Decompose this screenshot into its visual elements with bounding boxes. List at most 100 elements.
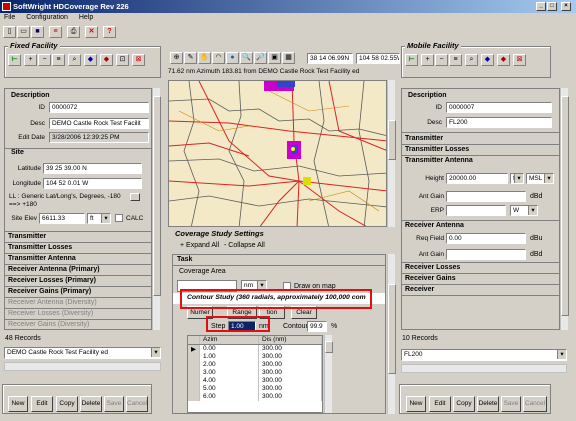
col-azim-header[interactable]: Azim (199, 336, 259, 345)
mobile-delete-button[interactable]: Delete (477, 396, 499, 412)
fixed-edit-button[interactable]: Edit (31, 396, 53, 412)
fixed-facility-select[interactable]: DEMO Castle Rock Test Facility ed (4, 347, 161, 359)
col-dis-header[interactable]: Dis (nm) (258, 336, 322, 345)
calc-checkbox[interactable] (115, 214, 123, 222)
mobile-facility-select[interactable]: FL200 (401, 349, 567, 361)
save-disk-icon[interactable]: ■ (31, 26, 44, 38)
mobile-section-receiver[interactable]: Receiver (402, 285, 559, 296)
mobile-save-button[interactable]: Save (501, 396, 521, 412)
table-row[interactable]: 4.00 300.00 (188, 376, 322, 385)
rx-ant-gain-field[interactable] (446, 249, 526, 260)
latitude-field[interactable]: 39 25 39.00 N (43, 163, 142, 174)
id-field[interactable]: 0000072 (49, 102, 149, 113)
mobile-export-icon[interactable]: ◆ (497, 54, 510, 66)
mobile-section-receiver-gains[interactable]: Receiver Gains (402, 274, 559, 285)
azimuth-table-scrollbar[interactable] (324, 335, 333, 413)
ll-options-button[interactable] (130, 193, 140, 201)
coverage-map[interactable] (168, 80, 387, 227)
mobile-section-transmitter-antenna[interactable]: Transmitter Antenna (402, 156, 559, 167)
section-transmitter-losses[interactable]: Transmitter Losses (5, 243, 151, 254)
export-icon[interactable]: ◆ (100, 54, 113, 66)
azimuth-table[interactable]: Azim Dis (nm) ▶ 0.00 300.00 1.00 300.00 2.0… (187, 335, 323, 413)
mobile-remove-icon[interactable]: − (435, 54, 448, 66)
globe-icon[interactable]: ● (226, 52, 239, 64)
mobile-cancel-button[interactable]: Cancel (523, 396, 547, 412)
fixed-delete-button[interactable]: Delete (80, 396, 102, 412)
zoom-in-icon[interactable]: 🔍 (240, 52, 253, 64)
mobile-edit-button[interactable]: Edit (429, 396, 451, 412)
zoom-map-icon[interactable]: ⊕ (170, 52, 183, 64)
mobile-section-receiver-losses[interactable]: Receiver Losses (402, 263, 559, 274)
close-button[interactable]: × (561, 2, 571, 11)
menu-configuration[interactable]: Configuration (26, 14, 68, 21)
delete-record-icon[interactable]: ⊠ (132, 54, 145, 66)
fixed-new-button[interactable]: New (8, 396, 28, 412)
site-elev-field[interactable]: 6611.33 (39, 213, 85, 224)
req-field-field[interactable]: 0.00 (446, 233, 526, 244)
mobile-new-button[interactable]: New (406, 396, 426, 412)
table-row[interactable]: 6.00 300.00 (188, 392, 322, 401)
map-vertical-scrollbar[interactable] (387, 80, 396, 227)
height-unit-select[interactable]: ft (510, 173, 524, 184)
properties-icon[interactable]: ⊡ (116, 54, 129, 66)
mobile-import-icon[interactable]: ◆ (481, 54, 494, 66)
erp-unit-select[interactable]: W (510, 205, 538, 216)
layers-icon[interactable]: ≡ (49, 26, 62, 38)
mobile-add-icon[interactable]: + (421, 54, 434, 66)
cancel-x-icon[interactable]: ✕ (85, 26, 98, 38)
elev-unit-select[interactable]: ft (87, 213, 111, 224)
remove-icon[interactable]: − (38, 54, 51, 66)
mobile-desc-field[interactable]: FL200 (446, 117, 552, 128)
table-row[interactable]: 2.00 300.00 (188, 360, 322, 369)
fixed-panel-scrollbar[interactable] (152, 88, 161, 330)
section-transmitter[interactable]: Transmitter (5, 232, 151, 243)
mobile-id-field[interactable]: 0000007 (446, 102, 552, 113)
section-receiver-losses-primary[interactable]: Receiver Losses (Primary) (5, 276, 151, 287)
import-icon[interactable]: ◆ (84, 54, 97, 66)
table-row[interactable]: 3.00 300.00 (188, 368, 322, 377)
height-field[interactable]: 20000.00 (446, 173, 508, 184)
new-file-icon[interactable]: ▯ (3, 26, 16, 38)
link-icon[interactable]: ⊢ (8, 54, 21, 66)
fixed-save-button[interactable]: Save (104, 396, 124, 412)
table-row[interactable]: 1.00 300.00 (188, 352, 322, 361)
full-extent-icon[interactable]: ▣ (268, 52, 281, 64)
section-receiver-gains-primary[interactable]: Receiver Gains (Primary) (5, 287, 151, 298)
help-icon[interactable]: ? (103, 26, 116, 38)
mobile-find-binoculars-icon[interactable]: ⌕ (465, 54, 478, 66)
erp-field[interactable] (446, 205, 506, 216)
ant-gain-field[interactable] (446, 191, 526, 202)
mobile-delete-record-icon[interactable]: ⊠ (513, 54, 526, 66)
list-icon[interactable]: ≡ (52, 54, 65, 66)
mobile-panel-scrollbar[interactable] (560, 88, 569, 330)
mobile-copy-button[interactable]: Copy (453, 396, 475, 412)
find-binoculars-icon[interactable]: ⌕ (68, 54, 81, 66)
print-icon[interactable]: ⎙ (67, 26, 80, 38)
contour-field[interactable]: 99.9 (307, 321, 327, 332)
menu-help[interactable]: Help (79, 14, 93, 21)
section-receiver-antenna-diversity[interactable]: Receiver Antenna (Diversity) (5, 298, 151, 309)
fixed-copy-button[interactable]: Copy (56, 396, 78, 412)
mobile-list-icon[interactable]: ≡ (449, 54, 462, 66)
desc-field[interactable]: DEMO Castle Rock Test Facilit (49, 118, 149, 129)
height-reference-select[interactable]: MSL (526, 173, 554, 184)
section-receiver-gains-diversity[interactable]: Receiver Gains (Diversity) (5, 320, 151, 329)
mobile-section-transmitter-losses[interactable]: Transmitter Losses (402, 145, 559, 156)
table-row[interactable]: ▶ 0.00 300.00 (188, 344, 322, 353)
longitude-field[interactable]: 104 52 0.01 W (43, 178, 142, 189)
zoom-out-icon[interactable]: 🔎 (254, 52, 267, 64)
grid-icon[interactable]: ▦ (282, 52, 295, 64)
section-transmitter-antenna[interactable]: Transmitter Antenna (5, 254, 151, 265)
mobile-section-transmitter[interactable]: Transmitter (402, 134, 559, 145)
measure-icon[interactable]: ◠ (212, 52, 225, 64)
map-tool-icon[interactable]: ✎ (184, 52, 197, 64)
pan-hand-icon[interactable]: ✋ (198, 52, 211, 64)
mobile-horizontal-scrollbar[interactable] (401, 364, 567, 373)
expand-all-link[interactable]: + Expand All (180, 242, 219, 249)
fixed-horizontal-scrollbar[interactable] (4, 362, 161, 371)
add-icon[interactable]: + (24, 54, 37, 66)
study-panel-scrollbar[interactable] (387, 254, 396, 414)
section-receiver-losses-diversity[interactable]: Receiver Losses (Diversity) (5, 309, 151, 320)
maximize-button[interactable]: □ (547, 2, 557, 11)
menu-file[interactable]: File (4, 14, 15, 21)
